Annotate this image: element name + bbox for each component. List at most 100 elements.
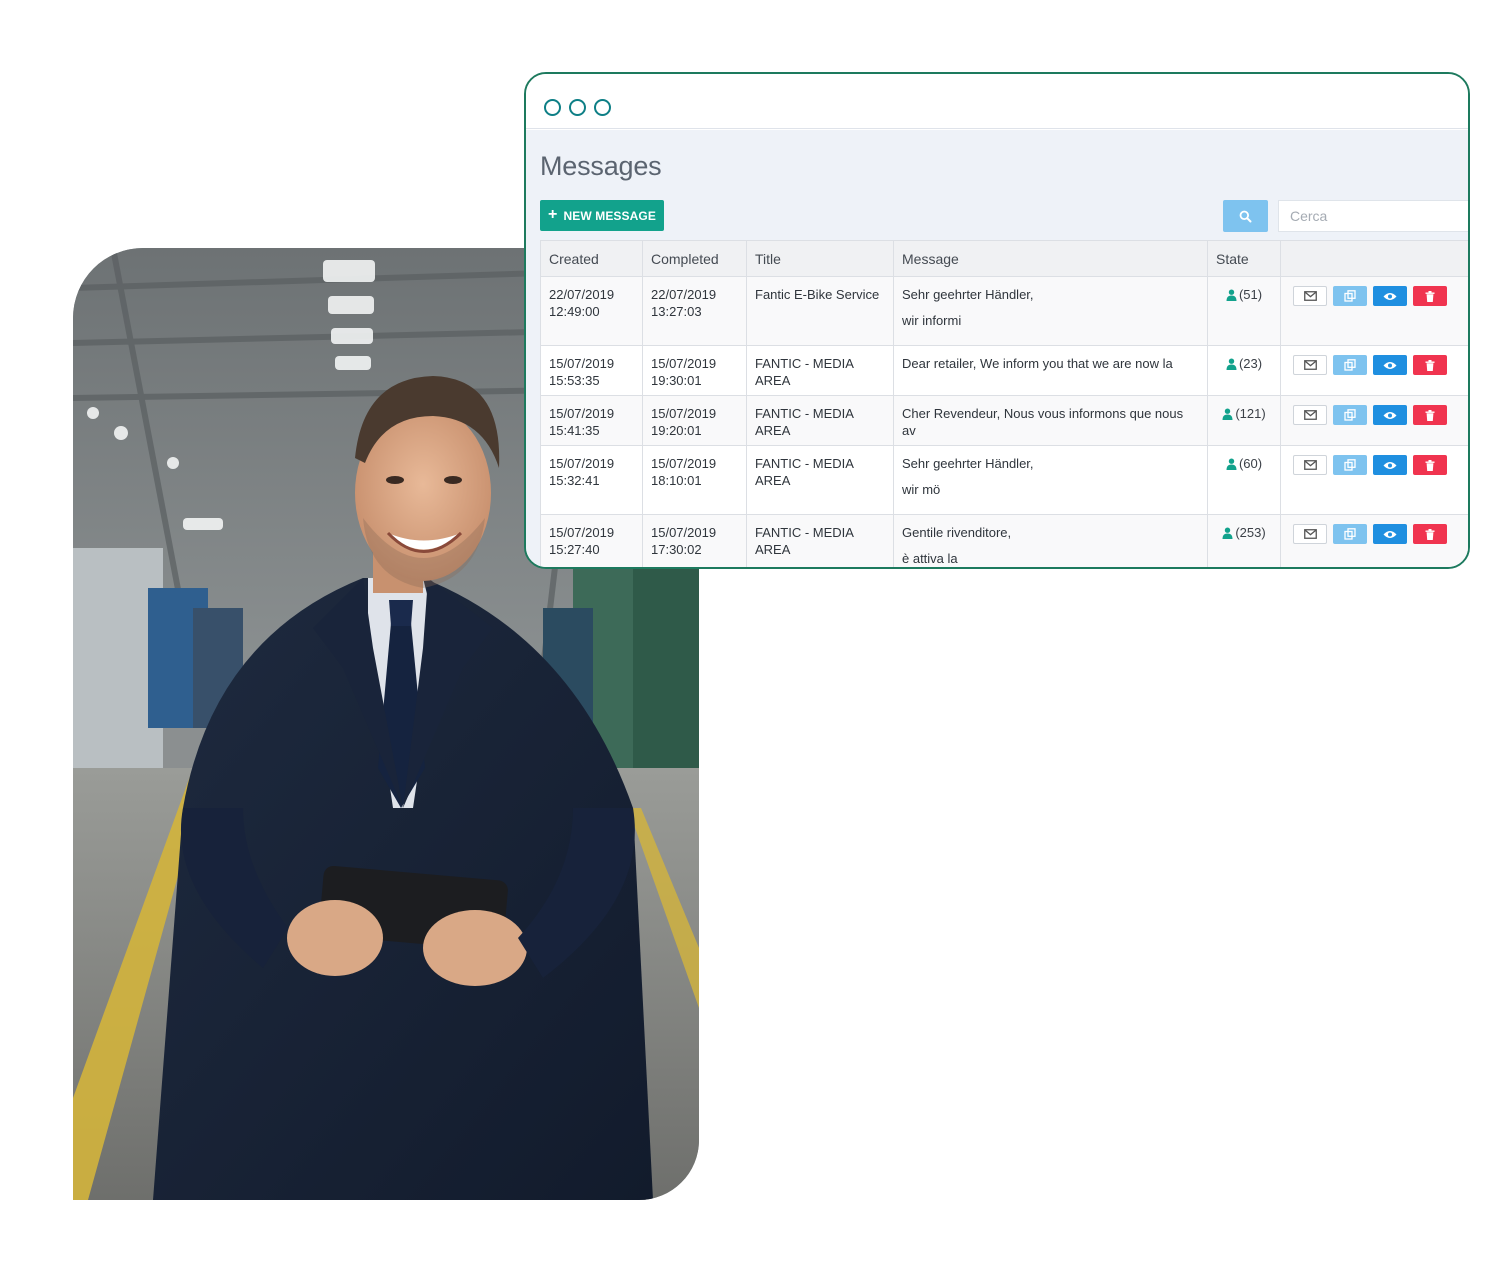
state-count: (23) <box>1238 356 1263 371</box>
messages-table: Created Completed Title Message State 22… <box>540 240 1468 567</box>
state-count: (51) <box>1238 287 1263 302</box>
created-cell: 15/07/2019 15:27:40 <box>540 514 643 567</box>
completed-time: 19:20:01 <box>651 423 702 438</box>
message-line: Dear retailer, We inform you that we are… <box>902 356 1173 371</box>
column-header-state[interactable]: State <box>1207 240 1281 277</box>
envelope-icon <box>1303 410 1317 420</box>
trash-icon <box>1425 290 1435 302</box>
eye-icon <box>1383 461 1397 469</box>
table-row[interactable]: 22/07/2019 12:49:00 22/07/2019 13:27:03 … <box>540 276 1468 346</box>
window-control-circle[interactable] <box>594 99 611 116</box>
view-button[interactable] <box>1373 286 1407 306</box>
recipients-count: (121) <box>1222 405 1266 422</box>
completed-date: 15/07/2019 <box>651 356 717 371</box>
created-time: 15:53:35 <box>549 373 600 388</box>
copy-icon <box>1344 290 1356 302</box>
send-mail-button[interactable] <box>1293 405 1327 425</box>
created-time: 15:41:35 <box>549 423 600 438</box>
table-row[interactable]: 15/07/2019 15:32:41 15/07/2019 18:10:01 … <box>540 445 1468 515</box>
copy-button[interactable] <box>1333 524 1367 544</box>
trash-icon <box>1425 528 1435 540</box>
column-header-completed[interactable]: Completed <box>642 240 747 277</box>
copy-icon <box>1344 459 1356 471</box>
window-control-circle[interactable] <box>544 99 561 116</box>
created-date: 22/07/2019 <box>549 287 615 302</box>
user-icon <box>1226 458 1237 470</box>
send-mail-button[interactable] <box>1293 524 1327 544</box>
message-line: wir informi <box>902 313 962 328</box>
new-message-label: NEW MESSAGE <box>563 208 656 223</box>
completed-date: 15/07/2019 <box>651 456 717 471</box>
delete-button[interactable] <box>1413 524 1447 544</box>
delete-button[interactable] <box>1413 286 1447 306</box>
table-header-row: Created Completed Title Message State <box>540 240 1468 277</box>
title-cell: FANTIC - MEDIA AREA <box>746 514 894 567</box>
copy-button[interactable] <box>1333 286 1367 306</box>
delete-button[interactable] <box>1413 405 1447 425</box>
column-header-created[interactable]: Created <box>540 240 643 277</box>
table-row[interactable]: 15/07/2019 15:53:35 15/07/2019 19:30:01 … <box>540 345 1468 396</box>
message-cell: Sehr geehrter Händler, wir mö <box>893 445 1208 515</box>
send-mail-button[interactable] <box>1293 286 1327 306</box>
title-cell: FANTIC - MEDIA AREA <box>746 445 894 515</box>
completed-cell: 15/07/2019 19:20:01 <box>642 395 747 446</box>
page-title: Messages <box>540 151 662 181</box>
message-line: Cher Revendeur, Nous vous informons que … <box>902 406 1184 438</box>
message-cell: Cher Revendeur, Nous vous informons que … <box>893 395 1208 446</box>
created-cell: 15/07/2019 15:53:35 <box>540 345 643 396</box>
send-mail-button[interactable] <box>1293 355 1327 375</box>
eye-icon <box>1383 530 1397 538</box>
column-header-actions <box>1280 240 1468 277</box>
actions-cell <box>1280 445 1468 515</box>
view-button[interactable] <box>1373 355 1407 375</box>
plus-icon: + <box>548 206 558 223</box>
completed-time: 17:30:02 <box>651 542 702 557</box>
table-row[interactable]: 15/07/2019 15:27:40 15/07/2019 17:30:02 … <box>540 514 1468 567</box>
eye-icon <box>1383 411 1397 419</box>
envelope-icon <box>1303 460 1317 470</box>
copy-button[interactable] <box>1333 455 1367 475</box>
new-message-button[interactable]: + NEW MESSAGE <box>540 200 664 231</box>
message-line: wir mö <box>902 482 941 497</box>
copy-button[interactable] <box>1333 405 1367 425</box>
state-cell: (121) <box>1207 395 1281 446</box>
column-header-message[interactable]: Message <box>893 240 1208 277</box>
send-mail-button[interactable] <box>1293 455 1327 475</box>
view-button[interactable] <box>1373 405 1407 425</box>
created-time: 15:27:40 <box>549 542 600 557</box>
copy-icon <box>1344 528 1356 540</box>
row-actions <box>1289 355 1468 375</box>
eye-icon <box>1383 361 1397 369</box>
envelope-icon <box>1303 291 1317 301</box>
created-cell: 15/07/2019 15:41:35 <box>540 395 643 446</box>
recipients-count: (51) <box>1226 286 1262 303</box>
completed-date: 15/07/2019 <box>651 525 717 540</box>
state-cell: (60) <box>1207 445 1281 515</box>
window-titlebar <box>526 74 1468 129</box>
completed-time: 13:27:03 <box>651 304 702 319</box>
column-header-title[interactable]: Title <box>746 240 894 277</box>
search-button[interactable] <box>1223 200 1268 232</box>
view-button[interactable] <box>1373 524 1407 544</box>
delete-button[interactable] <box>1413 355 1447 375</box>
state-cell: (253) <box>1207 514 1281 567</box>
envelope-icon <box>1303 360 1317 370</box>
delete-button[interactable] <box>1413 455 1447 475</box>
window-control-circle[interactable] <box>569 99 586 116</box>
created-cell: 15/07/2019 15:32:41 <box>540 445 643 515</box>
message-cell: Sehr geehrter Händler, wir informi <box>893 276 1208 346</box>
search-input[interactable] <box>1278 200 1468 232</box>
view-button[interactable] <box>1373 455 1407 475</box>
row-actions <box>1289 405 1468 425</box>
recipients-count: (23) <box>1226 355 1262 372</box>
message-cell: Gentile rivenditore, è attiva la <box>893 514 1208 567</box>
trash-icon <box>1425 359 1435 371</box>
table-row[interactable]: 15/07/2019 15:41:35 15/07/2019 19:20:01 … <box>540 395 1468 446</box>
message-line: Sehr geehrter Händler, <box>902 287 1034 302</box>
recipients-count: (60) <box>1226 455 1262 472</box>
copy-button[interactable] <box>1333 355 1367 375</box>
created-date: 15/07/2019 <box>549 456 615 471</box>
state-count: (253) <box>1235 525 1266 540</box>
message-line: Sehr geehrter Händler, <box>902 456 1034 471</box>
user-icon <box>1222 527 1233 539</box>
